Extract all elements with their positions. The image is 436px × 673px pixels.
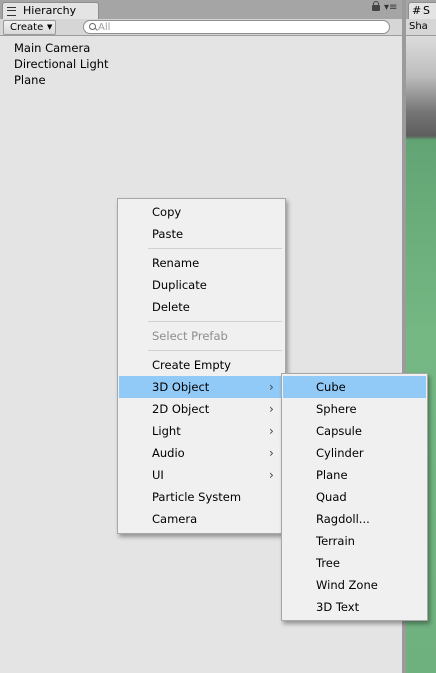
scene-toolbar: Sha bbox=[406, 19, 436, 36]
scene-tab-bar: # S bbox=[406, 0, 436, 20]
submenu-item-cylinder[interactable]: Cylinder bbox=[283, 442, 426, 464]
menu-item-2d-object[interactable]: 2D Object › bbox=[119, 398, 284, 420]
menu-item-label: Sphere bbox=[316, 402, 357, 416]
submenu-item-ragdoll[interactable]: Ragdoll... bbox=[283, 508, 426, 530]
menu-item-label: Copy bbox=[152, 205, 182, 219]
menu-item-label: Terrain bbox=[316, 534, 355, 548]
context-menu: Copy Paste Rename Duplicate Delete Selec… bbox=[117, 198, 286, 534]
menu-item-label: Select Prefab bbox=[152, 329, 228, 343]
create-button[interactable]: Create ▼ bbox=[3, 20, 56, 35]
submenu-item-sphere[interactable]: Sphere bbox=[283, 398, 426, 420]
menu-separator bbox=[148, 248, 282, 249]
menu-item-light[interactable]: Light › bbox=[119, 420, 284, 442]
tree-item-directional-light[interactable]: Directional Light bbox=[14, 56, 109, 72]
menu-item-label: Ragdoll... bbox=[316, 512, 370, 526]
submenu-item-terrain[interactable]: Terrain bbox=[283, 530, 426, 552]
menu-item-label: 3D Object bbox=[152, 380, 210, 394]
list-icon bbox=[7, 7, 16, 16]
submenu-item-tree[interactable]: Tree bbox=[283, 552, 426, 574]
dropdown-arrow-icon: ▼ bbox=[47, 23, 53, 31]
menu-item-duplicate[interactable]: Duplicate bbox=[119, 274, 284, 296]
chevron-right-icon: › bbox=[269, 446, 274, 460]
menu-item-create-empty[interactable]: Create Empty bbox=[119, 354, 284, 376]
menu-item-particle-system[interactable]: Particle System bbox=[119, 486, 284, 508]
menu-item-label: Plane bbox=[316, 468, 348, 482]
menu-item-label: Cylinder bbox=[316, 446, 364, 460]
menu-item-label: Delete bbox=[152, 300, 190, 314]
menu-separator bbox=[148, 321, 282, 322]
hierarchy-tab-bar: Hierarchy ▾≡ bbox=[0, 0, 402, 20]
submenu-item-plane[interactable]: Plane bbox=[283, 464, 426, 486]
menu-item-ui[interactable]: UI › bbox=[119, 464, 284, 486]
menu-item-select-prefab: Select Prefab bbox=[119, 325, 284, 347]
hierarchy-toolbar: Create ▼ bbox=[0, 19, 402, 36]
scene-tab[interactable]: # S bbox=[408, 2, 436, 20]
tree-item-plane[interactable]: Plane bbox=[14, 72, 109, 88]
menu-item-delete[interactable]: Delete bbox=[119, 296, 284, 318]
panel-menu-icon[interactable]: ▾≡ bbox=[384, 2, 397, 14]
search-icon bbox=[89, 23, 96, 30]
menu-item-label: Paste bbox=[152, 227, 184, 241]
menu-item-label: Light bbox=[152, 424, 181, 438]
menu-separator bbox=[148, 350, 282, 351]
menu-item-label: Camera bbox=[152, 512, 198, 526]
lock-icon[interactable] bbox=[372, 1, 380, 11]
menu-item-rename[interactable]: Rename bbox=[119, 252, 284, 274]
menu-item-label: 3D Text bbox=[316, 600, 360, 614]
submenu-item-wind-zone[interactable]: Wind Zone bbox=[283, 574, 426, 596]
menu-item-3d-object[interactable]: 3D Object › bbox=[119, 376, 284, 398]
menu-item-label: Audio bbox=[152, 446, 185, 460]
tree-item-main-camera[interactable]: Main Camera bbox=[14, 40, 109, 56]
chevron-right-icon: › bbox=[269, 402, 274, 416]
menu-item-camera[interactable]: Camera bbox=[119, 508, 284, 530]
shading-mode-dropdown[interactable]: Sha bbox=[409, 19, 428, 34]
submenu-3d-object: Cube Sphere Capsule Cylinder Plane Quad … bbox=[281, 373, 428, 621]
menu-item-label: Particle System bbox=[152, 490, 242, 504]
submenu-item-cube[interactable]: Cube bbox=[283, 376, 426, 398]
menu-item-audio[interactable]: Audio › bbox=[119, 442, 284, 464]
menu-item-paste[interactable]: Paste bbox=[119, 223, 284, 245]
menu-item-label: Wind Zone bbox=[316, 578, 378, 592]
menu-item-label: Create Empty bbox=[152, 358, 231, 372]
chevron-right-icon: › bbox=[269, 380, 274, 394]
menu-item-label: Duplicate bbox=[152, 278, 207, 292]
menu-item-label: Rename bbox=[152, 256, 200, 270]
menu-item-label: Quad bbox=[316, 490, 347, 504]
submenu-item-3d-text[interactable]: 3D Text bbox=[283, 596, 426, 618]
chevron-right-icon: › bbox=[269, 424, 274, 438]
submenu-item-quad[interactable]: Quad bbox=[283, 486, 426, 508]
grid-icon: # bbox=[412, 4, 422, 17]
create-button-label: Create bbox=[10, 22, 44, 33]
menu-item-label: 2D Object bbox=[152, 402, 210, 416]
hierarchy-tree: Main Camera Directional Light Plane bbox=[14, 40, 109, 88]
menu-item-copy[interactable]: Copy bbox=[119, 201, 284, 223]
menu-item-label: UI bbox=[152, 468, 164, 482]
hierarchy-tab[interactable]: Hierarchy bbox=[2, 2, 99, 20]
menu-item-label: Tree bbox=[316, 556, 340, 570]
hierarchy-tab-label: Hierarchy bbox=[23, 4, 77, 17]
search-input[interactable] bbox=[98, 21, 383, 33]
menu-item-label: Capsule bbox=[316, 424, 362, 438]
chevron-right-icon: › bbox=[269, 468, 274, 482]
menu-item-label: Cube bbox=[316, 380, 346, 394]
search-box[interactable] bbox=[83, 20, 390, 34]
submenu-item-capsule[interactable]: Capsule bbox=[283, 420, 426, 442]
scene-tab-label: S bbox=[423, 4, 430, 17]
